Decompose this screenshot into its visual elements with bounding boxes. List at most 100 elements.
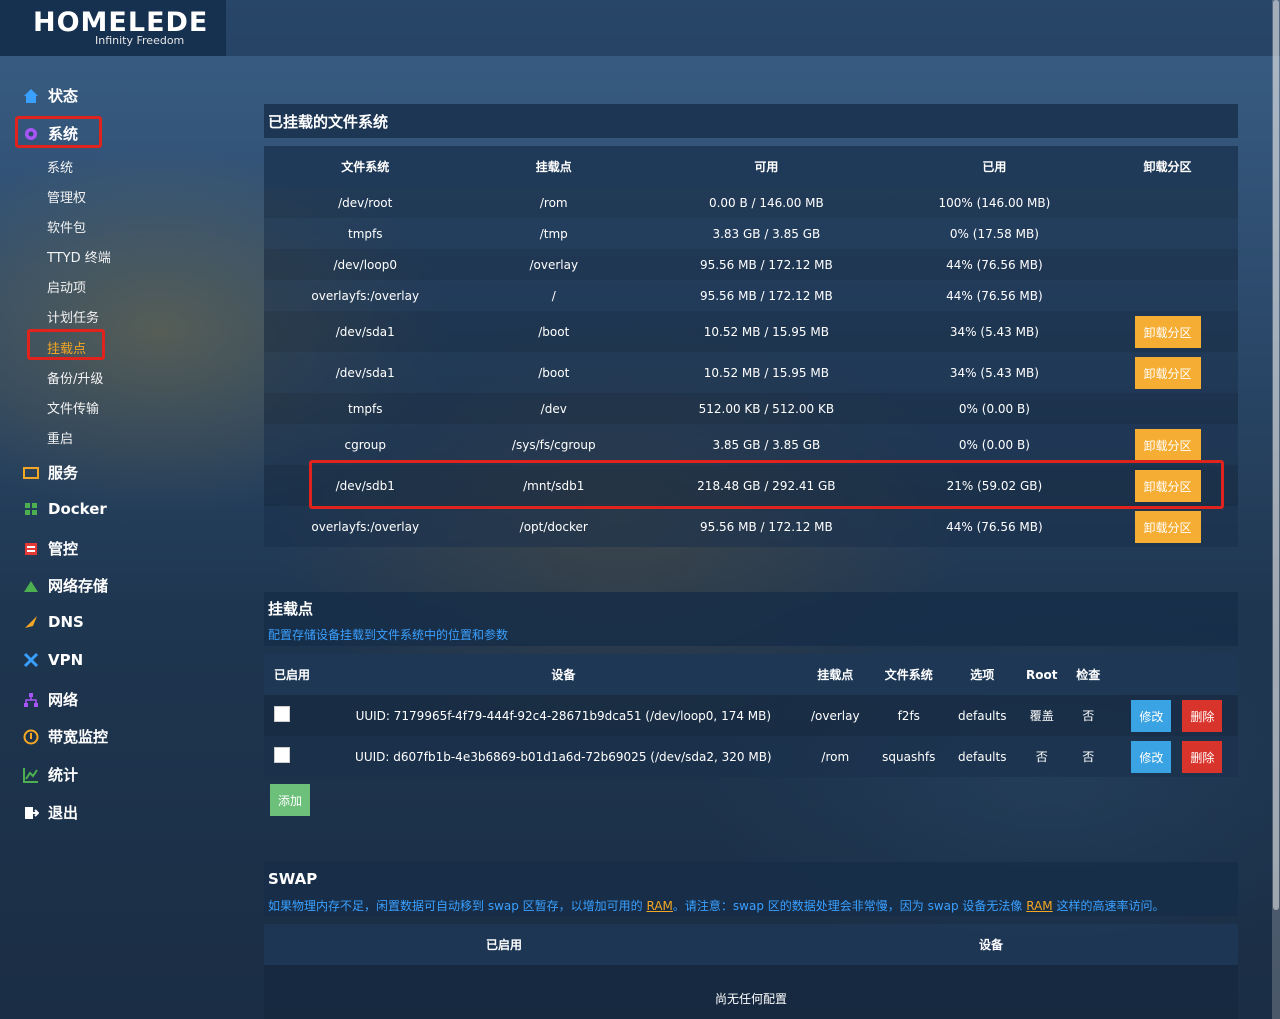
- cell-fs: f2fs: [897, 708, 920, 723]
- nav-item-bandwidth[interactable]: 带宽监控: [22, 726, 108, 747]
- cell-options: defaults: [957, 749, 1007, 764]
- cell-action: [1097, 393, 1238, 424]
- nav-item-dns[interactable]: DNS: [22, 613, 84, 631]
- unmount-button[interactable]: 卸载分区: [1134, 356, 1201, 389]
- unmount-button[interactable]: 卸载分区: [1134, 315, 1201, 348]
- stats-icon: [22, 766, 40, 784]
- docker-icon: [22, 500, 40, 518]
- nav-item-label: DNS: [48, 613, 84, 631]
- cell-mount: /dev: [540, 401, 567, 416]
- cell-fs: tmpfs: [347, 226, 383, 241]
- subnav-item-ttyd[interactable]: TTYD 终端: [47, 247, 111, 266]
- cell-check: 否: [1082, 709, 1095, 723]
- cell-fs: cgroup: [344, 437, 386, 452]
- cell-actions: 修改 删除: [1116, 695, 1238, 736]
- subnav-item-filetransfer[interactable]: 文件传输: [47, 398, 99, 417]
- nav-item-vpn[interactable]: VPN: [22, 651, 83, 669]
- cell-used: 44% (76.56 MB): [946, 519, 1043, 534]
- brand-tagline: Infinity Freedom: [95, 33, 185, 47]
- cell-avail: 3.85 GB / 3.85 GB: [712, 437, 821, 452]
- nav-item-services[interactable]: 服务: [22, 462, 78, 483]
- cell-check: 否: [1082, 750, 1095, 764]
- table-row: UUID: 7179965f-4f79-444f-92c4-28671b9dca…: [264, 695, 1238, 736]
- nav-item-control[interactable]: 管控: [22, 538, 78, 559]
- cell-mount: /rom: [539, 195, 568, 210]
- subnav-item-admin[interactable]: 管理权: [47, 187, 86, 206]
- subnav-item-reboot[interactable]: 重启: [47, 428, 73, 447]
- cell-actions: 修改 删除: [1116, 736, 1238, 777]
- section-description: 配置存储设备挂载到文件系统中的位置和参数: [268, 628, 509, 642]
- column-header: 检查: [1076, 668, 1101, 682]
- cell-used: 100% (146.00 MB): [938, 195, 1051, 210]
- unmount-button[interactable]: 卸载分区: [1134, 510, 1201, 543]
- cell-device: UUID: 7179965f-4f79-444f-92c4-28671b9dca…: [355, 708, 772, 723]
- nav-item-label: 状态: [48, 87, 79, 105]
- nav-item-logout[interactable]: 退出: [22, 802, 78, 823]
- nav-item-network[interactable]: 网络: [22, 689, 78, 710]
- ram-link[interactable]: RAM: [1026, 899, 1052, 913]
- cell-mount: /: [551, 288, 556, 303]
- nav-item-docker[interactable]: Docker: [22, 500, 107, 518]
- cell-mount: /opt/docker: [519, 519, 588, 534]
- column-header: [1116, 654, 1238, 695]
- subnav-item-crontab[interactable]: 计划任务: [47, 307, 99, 326]
- cell-root: 否: [1035, 750, 1048, 764]
- table-row: overlayfs:/overlay/opt/docker 95.56 MB / …: [264, 506, 1238, 547]
- cell-options: defaults: [957, 708, 1007, 723]
- edit-button[interactable]: 修改: [1131, 699, 1172, 732]
- storage-icon: [22, 577, 40, 595]
- highlight-box: [15, 116, 102, 148]
- table-row: cgroup/sys/fs/cgroup 3.85 GB / 3.85 GB 0% …: [264, 424, 1238, 465]
- scrollbar-thumb[interactable]: [1273, 0, 1279, 910]
- table-row: /dev/sda1/boot 10.52 MB / 15.95 MB 34% (5.…: [264, 311, 1238, 352]
- ram-link[interactable]: RAM: [646, 899, 672, 913]
- nav-item-label: 管控: [48, 540, 79, 558]
- cell-mount: /tmp: [539, 226, 568, 241]
- cell-action: 卸载分区: [1097, 311, 1238, 352]
- delete-button[interactable]: 删除: [1182, 740, 1223, 773]
- subnav-item-backup[interactable]: 备份/升级: [47, 368, 103, 387]
- subnav-item-system[interactable]: 系统: [47, 157, 73, 176]
- empty-message: 尚无任何配置: [714, 992, 787, 1006]
- enabled-checkbox[interactable]: [274, 747, 290, 763]
- cell-mount: /boot: [538, 365, 570, 380]
- swap-desc-text: 如果物理内存不足，闲置数据可自动移到 swap 区暂存，以增加可用的: [268, 899, 647, 913]
- edit-button[interactable]: 修改: [1131, 740, 1172, 773]
- table-header-row: 文件系统 挂载点 可用 已用 卸载分区: [264, 146, 1238, 187]
- table-row: tmpfs/tmp 3.83 GB / 3.85 GB 0% (17.58 MB): [264, 218, 1238, 249]
- services-icon: [22, 464, 40, 482]
- cell-avail: 10.52 MB / 15.95 MB: [703, 324, 829, 339]
- logout-icon: [22, 804, 40, 822]
- unmount-button[interactable]: 卸载分区: [1134, 428, 1201, 461]
- cell-action: 卸载分区: [1097, 424, 1238, 465]
- nav-item-label: 统计: [48, 766, 79, 784]
- cell-used: 44% (76.56 MB): [946, 257, 1043, 272]
- nav-item-storage[interactable]: 网络存储: [22, 575, 108, 596]
- network-icon: [22, 691, 40, 709]
- swap-table: 已启用 设备 尚无任何配置: [264, 924, 1238, 1019]
- column-header: 卸载分区: [1143, 160, 1192, 174]
- scrollbar[interactable]: [1272, 0, 1280, 1019]
- nav-item-stats[interactable]: 统计: [22, 764, 78, 785]
- cell-avail: 0.00 B / 146.00 MB: [708, 195, 824, 210]
- cell-used: 0% (17.58 MB): [949, 226, 1039, 241]
- column-header: 文件系统: [884, 668, 933, 682]
- home-icon: [22, 87, 40, 105]
- table-row: overlayfs:/overlay / 95.56 MB / 172.12 MB 4…: [264, 280, 1238, 311]
- subnav-item-packages[interactable]: 软件包: [47, 217, 86, 236]
- column-header: 挂载点: [535, 160, 572, 174]
- mountpoints-table: 已启用 设备 挂载点 文件系统 选项 Root 检查 UUID: 7179965…: [264, 654, 1238, 777]
- cell-mount: /overlay: [529, 257, 579, 272]
- section-title-mountpoints: 挂载点: [268, 600, 314, 618]
- delete-button[interactable]: 删除: [1182, 699, 1223, 732]
- brand-logo[interactable]: HOMELEDE Infinity Freedom: [0, 0, 226, 56]
- cell-root: 覆盖: [1029, 709, 1054, 723]
- subnav-item-startup[interactable]: 启动项: [47, 277, 86, 296]
- nav-item-label: 退出: [48, 804, 79, 822]
- nav-item-label: 网络存储: [48, 577, 109, 595]
- nav-item-status[interactable]: 状态: [22, 85, 78, 106]
- enabled-checkbox[interactable]: [274, 706, 290, 722]
- nav-item-label: 带宽监控: [48, 728, 109, 746]
- add-mountpoint-button[interactable]: 添加: [270, 784, 310, 816]
- nav-item-label: 网络: [48, 691, 79, 709]
